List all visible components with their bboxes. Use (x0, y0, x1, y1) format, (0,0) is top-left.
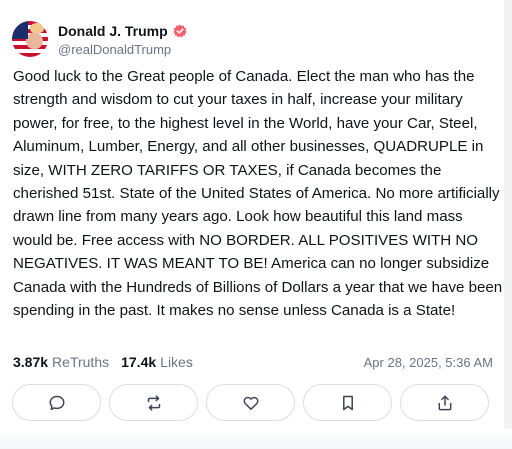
verified-badge-icon (173, 24, 187, 38)
post-header: Donald J. Trump @realDonaldTrump (12, 19, 187, 59)
bookmark-button[interactable] (303, 384, 392, 421)
heart-icon (243, 396, 258, 410)
likes-stat[interactable]: 17.4k Likes (121, 354, 193, 370)
author-names: Donald J. Trump @realDonaldTrump (58, 21, 187, 57)
repost-arrows-icon (147, 394, 160, 411)
bookmark-icon (342, 395, 353, 410)
post-body-text: Good luck to the Great people of Canada.… (13, 68, 503, 320)
action-bar (12, 384, 489, 421)
display-name[interactable]: Donald J. Trump (58, 23, 168, 39)
likes-label: Likes (160, 354, 193, 370)
share-upload-icon (438, 395, 451, 410)
scrollbar-track (504, 0, 512, 449)
avatar[interactable] (12, 21, 48, 57)
card-bottom-shade (0, 429, 512, 449)
truth-post-card: Donald J. Trump @realDonaldTrump Good lu… (0, 0, 512, 449)
retruths-label: ReTruths (52, 354, 110, 370)
likes-count: 17.4k (121, 354, 157, 370)
display-name-row: Donald J. Trump (58, 21, 187, 40)
post-timestamp[interactable]: Apr 28, 2025, 5:36 AM (364, 355, 493, 370)
user-handle[interactable]: @realDonaldTrump (58, 42, 187, 57)
reply-button[interactable] (12, 384, 101, 421)
retruth-button[interactable] (109, 384, 198, 421)
retruths-stat[interactable]: 3.87k ReTruths (13, 354, 109, 370)
comment-bubble-icon (49, 395, 64, 410)
like-button[interactable] (206, 384, 295, 421)
share-button[interactable] (400, 384, 489, 421)
post-stats: 3.87k ReTruths 17.4k Likes Apr 28, 2025, 5… (13, 354, 493, 370)
retruths-count: 3.87k (13, 354, 49, 370)
